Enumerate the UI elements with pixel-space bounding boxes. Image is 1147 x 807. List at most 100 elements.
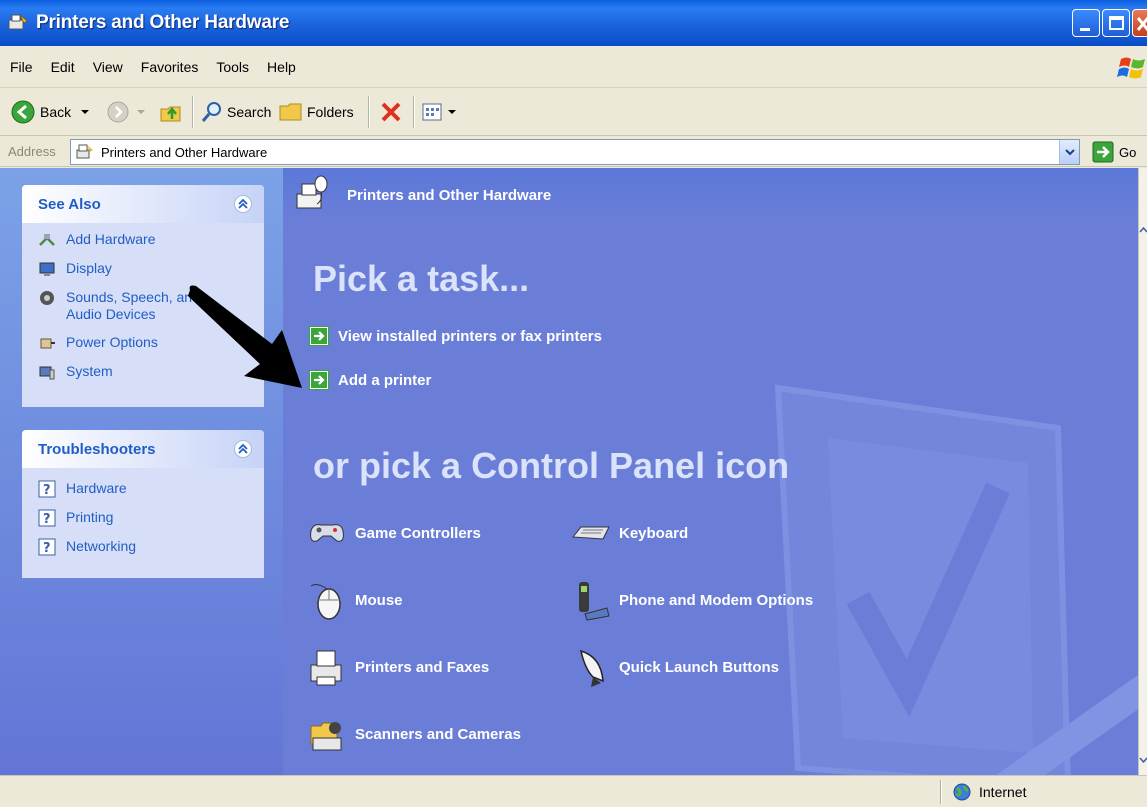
checkmark-watermark-icon <box>774 384 1138 775</box>
menu-tools[interactable]: Tools <box>216 59 249 75</box>
see-also-add-hardware[interactable]: Add Hardware <box>38 231 264 260</box>
troubleshooter-hardware[interactable]: ? Hardware <box>38 480 264 509</box>
address-input[interactable]: Printers and Other Hardware <box>70 139 1080 165</box>
cp-keyboard[interactable]: Keyboard <box>571 508 688 558</box>
delete-button[interactable] <box>378 98 404 126</box>
folders-label: Folders <box>307 104 354 120</box>
back-label: Back <box>40 104 72 120</box>
minimize-button[interactable] <box>1072 9 1100 37</box>
menu-help[interactable]: Help <box>267 59 296 75</box>
scroll-down-icon <box>1139 757 1147 764</box>
internet-globe-icon <box>953 783 971 801</box>
scanner-icon <box>310 722 342 751</box>
green-arrow-icon <box>309 326 329 346</box>
cp-label: Quick Launch Buttons <box>619 658 780 676</box>
pick-task-heading: Pick a task... <box>313 258 530 299</box>
printer-icon <box>310 650 342 686</box>
toolbar: Back Search Folders <box>0 88 1147 136</box>
address-bar: Address Printers and Other Hardware Go <box>0 137 1147 167</box>
cp-mouse[interactable]: Mouse <box>307 575 403 625</box>
toolbar-separator <box>413 96 414 128</box>
rocket-icon <box>579 649 604 687</box>
title-bar[interactable]: Printers and Other Hardware <box>0 0 1147 46</box>
display-icon <box>39 262 55 276</box>
close-button[interactable] <box>1132 9 1147 37</box>
back-button[interactable]: Back <box>10 98 93 126</box>
phone-icon <box>579 582 610 621</box>
system-icon <box>39 366 55 380</box>
folder-icon <box>279 103 302 121</box>
menu-bar: File Edit View Favorites Tools Help <box>0 46 1147 88</box>
address-dropdown-button[interactable] <box>1059 140 1079 164</box>
go-label: Go <box>1119 144 1137 160</box>
sounds-icon <box>40 291 54 305</box>
task-label: Add a printer <box>338 371 432 389</box>
folders-button[interactable]: Folders <box>278 98 354 126</box>
troubleshooters-title: Troubleshooters <box>38 440 156 458</box>
cp-quick-launch[interactable]: Quick Launch Buttons <box>571 642 779 692</box>
collapse-button[interactable] <box>234 195 252 213</box>
status-bar: Internet <box>0 775 1147 807</box>
go-arrow-icon <box>1092 141 1114 163</box>
add-hardware-icon <box>39 234 55 246</box>
views-grid-icon <box>422 103 442 121</box>
task-label: View installed printers or fax printers <box>338 327 602 345</box>
toolbar-separator <box>192 96 193 128</box>
status-divider <box>940 780 941 804</box>
troubleshooters-header[interactable]: Troubleshooters <box>22 430 264 468</box>
chevron-down-icon <box>448 110 456 114</box>
views-button[interactable] <box>420 98 458 126</box>
cp-label: Printers and Faxes <box>355 658 490 676</box>
see-also-header[interactable]: See Also <box>22 185 264 223</box>
see-also-label: System <box>66 363 113 379</box>
svg-text:?: ? <box>43 541 51 556</box>
maximize-button[interactable] <box>1102 9 1130 37</box>
cp-printers-faxes[interactable]: Printers and Faxes <box>307 642 489 692</box>
toolbar-separator <box>368 96 369 128</box>
task-view-printers[interactable]: View installed printers or fax printers <box>309 324 602 348</box>
pick-icon-heading: or pick a Control Panel icon <box>313 445 790 486</box>
main-content: Printers and Other Hardware Pick a task.… <box>283 168 1138 775</box>
cp-label: Keyboard <box>619 524 689 542</box>
menu-view[interactable]: View <box>93 59 123 75</box>
delete-x-icon <box>381 102 401 122</box>
game-controller-icon <box>310 524 344 542</box>
svg-text:?: ? <box>43 512 51 527</box>
menu-file[interactable]: File <box>10 59 33 75</box>
go-button[interactable]: Go <box>1092 140 1136 164</box>
windows-logo-icon <box>1117 57 1145 79</box>
help-icon: ? <box>38 509 56 527</box>
troubleshooters-box: Troubleshooters ? Hardware ? Printing ? … <box>22 430 264 578</box>
menu-edit[interactable]: Edit <box>51 59 75 75</box>
scroll-up-icon <box>1139 226 1147 233</box>
search-label: Search <box>227 104 272 120</box>
address-value: Printers and Other Hardware <box>101 144 268 160</box>
forward-button[interactable] <box>106 98 148 126</box>
up-folder-button[interactable] <box>158 98 184 126</box>
cp-label: Scanners and Cameras <box>355 725 521 743</box>
cp-label: Game Controllers <box>355 524 481 542</box>
power-options-icon <box>40 338 55 349</box>
troubleshooter-label: Hardware <box>66 480 127 496</box>
status-zone-label: Internet <box>979 784 1027 800</box>
search-icon <box>201 102 221 122</box>
vertical-scrollbar[interactable] <box>1138 168 1147 775</box>
task-add-printer[interactable]: Add a printer <box>309 368 431 392</box>
troubleshooter-networking[interactable]: ? Networking <box>38 538 264 567</box>
up-folder-icon <box>160 106 181 122</box>
cp-label: Mouse <box>355 591 403 609</box>
help-icon: ? <box>38 480 56 498</box>
cp-scanners-cameras[interactable]: Scanners and Cameras <box>307 709 521 759</box>
category-header: Printers and Other Hardware <box>283 168 1138 218</box>
search-button[interactable]: Search <box>200 98 271 126</box>
menu-favorites[interactable]: Favorites <box>141 59 199 75</box>
mouse-icon <box>310 584 341 620</box>
collapse-button[interactable] <box>234 440 252 458</box>
troubleshooter-printing[interactable]: ? Printing <box>38 509 264 538</box>
cp-game-controllers[interactable]: Game Controllers <box>307 508 481 558</box>
window-title: Printers and Other Hardware <box>36 12 290 33</box>
see-also-label: Display <box>66 260 112 276</box>
keyboard-icon <box>572 526 610 540</box>
status-zone: Internet <box>952 780 1026 804</box>
cp-phone-modem[interactable]: Phone and Modem Options <box>571 575 813 625</box>
